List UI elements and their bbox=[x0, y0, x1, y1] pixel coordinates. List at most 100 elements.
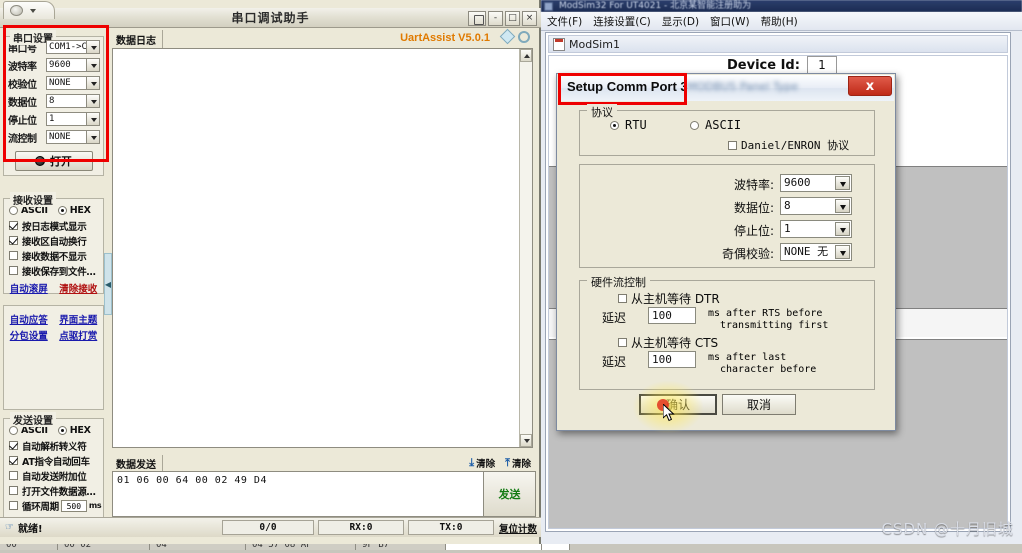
send-ascii-radio[interactable] bbox=[9, 426, 18, 435]
log-vertical-scrollbar[interactable] bbox=[519, 49, 532, 447]
baud-rate-label: 波特率 bbox=[8, 61, 37, 73]
tab-data-send[interactable]: 数据发送 bbox=[114, 455, 163, 472]
menu-file[interactable]: 文件(F) bbox=[547, 14, 582, 29]
menu-window[interactable]: 窗口(W) bbox=[710, 14, 750, 29]
protocol-rtu-option[interactable]: RTU bbox=[610, 118, 647, 132]
recv-check-savefile[interactable]: 接收保存到文件… bbox=[9, 263, 103, 278]
device-id-input[interactable]: 1 bbox=[807, 56, 837, 74]
send-button[interactable]: 发送 bbox=[483, 471, 536, 517]
receive-hex-radio[interactable] bbox=[57, 206, 67, 215]
menu-help[interactable]: 帮助(H) bbox=[761, 14, 798, 29]
diamond-icon[interactable] bbox=[499, 28, 516, 45]
clear-receive-label: 清除 bbox=[476, 459, 496, 470]
wait-dtr-option[interactable]: 从主机等待 DTR bbox=[618, 290, 720, 307]
checkbox-icon[interactable] bbox=[9, 251, 18, 260]
checkbox-icon[interactable] bbox=[9, 236, 18, 245]
cancel-button[interactable]: 取消 bbox=[722, 394, 796, 415]
checkbox-icon[interactable] bbox=[618, 338, 627, 347]
parity-row: 校验位 NONE bbox=[8, 75, 103, 91]
maximize-button[interactable]: □ bbox=[505, 10, 520, 26]
serial-params-fieldset: 波特率: 9600 数据位: 8 停止位: 1 奇偶校验: NONE 无 bbox=[579, 164, 875, 268]
checkbox-icon[interactable] bbox=[728, 140, 737, 150]
pin-icon[interactable] bbox=[468, 10, 486, 26]
auto-scroll-link[interactable]: 自动滚屏 bbox=[10, 281, 48, 295]
data-bits-select[interactable]: 8 bbox=[46, 94, 100, 108]
recv-check-log-mode[interactable]: 按日志模式显示 bbox=[9, 218, 103, 233]
stop-bits-select[interactable]: 1 bbox=[46, 112, 100, 126]
sidebar-collapse-handle[interactable]: ◀ bbox=[104, 253, 112, 315]
cts-delay-unit-line2: character before bbox=[720, 364, 817, 375]
send-check-filesource[interactable]: 打开文件数据源… bbox=[9, 483, 103, 498]
dtr-delay-input[interactable]: 100 bbox=[648, 307, 696, 324]
send-check-append[interactable]: 自动发送附加位 bbox=[9, 468, 103, 483]
ui-theme-link[interactable]: 界面主题 bbox=[59, 312, 97, 326]
rtu-label: RTU bbox=[625, 118, 647, 132]
receive-ascii-radio[interactable] bbox=[9, 206, 18, 215]
checkbox-icon[interactable] bbox=[9, 456, 18, 465]
menu-connection-settings[interactable]: 连接设置(C) bbox=[593, 14, 651, 29]
checkbox-icon[interactable] bbox=[618, 294, 627, 303]
protocol-ascii-option[interactable]: ASCII bbox=[690, 118, 741, 132]
checkbox-icon[interactable] bbox=[9, 501, 18, 510]
minimize-button[interactable]: - bbox=[488, 10, 503, 26]
ok-button[interactable]: 确认 bbox=[639, 394, 717, 415]
stop-bits-select[interactable]: 1 bbox=[780, 220, 852, 238]
baud-rate-select[interactable]: 9600 bbox=[46, 58, 100, 72]
checkbox-icon[interactable] bbox=[9, 471, 18, 480]
send-hex-label: HEX bbox=[69, 425, 91, 436]
ascii-radio[interactable] bbox=[690, 120, 699, 130]
auto-answer-link[interactable]: 自动应答 bbox=[10, 312, 48, 326]
receive-settings-group: 接收设置 ASCII HEX 按日志模式显示 接收区自动换行 接收数据不显示 接… bbox=[3, 192, 104, 295]
modsim-titlebar[interactable]: ModSim32 For UT4021 - 北京某智能注册助为 bbox=[541, 0, 1022, 12]
checkbox-icon[interactable] bbox=[9, 441, 18, 450]
wait-cts-option[interactable]: 从主机等待 CTS bbox=[618, 334, 718, 351]
send-loop-row[interactable]: 循环周期 500 ms bbox=[9, 498, 103, 513]
send-hex-radio[interactable] bbox=[57, 426, 67, 435]
parity-select[interactable]: NONE bbox=[46, 76, 100, 90]
close-button[interactable]: × bbox=[522, 10, 537, 26]
checkbox-icon[interactable] bbox=[9, 486, 18, 495]
clear-send-button[interactable]: ⤒ 清除 bbox=[505, 456, 531, 470]
checkbox-icon[interactable] bbox=[9, 266, 18, 275]
data-bits-select[interactable]: 8 bbox=[780, 197, 852, 215]
send-data-input[interactable]: 01 06 00 64 00 02 49 D4 bbox=[112, 471, 533, 517]
daniel-enron-option[interactable]: Daniel/ENRON 协议 bbox=[728, 137, 849, 153]
status-ready: ☞ 就绪! bbox=[5, 520, 43, 535]
send-check-at-cr[interactable]: AT指令自动回车 bbox=[9, 453, 103, 468]
packet-settings-link[interactable]: 分包设置 bbox=[10, 328, 48, 342]
send-check-escape-label: 自动解析转义符 bbox=[22, 441, 87, 453]
flow-control-select[interactable]: NONE bbox=[46, 130, 100, 144]
open-port-button[interactable]: 打开 bbox=[14, 151, 93, 171]
wait-cts-label: 从主机等待 CTS bbox=[631, 336, 719, 350]
app-menu-button[interactable] bbox=[3, 1, 55, 19]
recv-check-hide-label: 接收数据不显示 bbox=[22, 251, 87, 263]
port-number-select[interactable]: COM1->CO bbox=[46, 40, 100, 54]
data-log-output[interactable] bbox=[112, 48, 533, 448]
uart-window-title: 串口调试助手 bbox=[231, 11, 310, 25]
send-settings-legend: 发送设置 bbox=[10, 412, 56, 427]
reset-counter-button[interactable]: 复位计数 bbox=[499, 521, 537, 535]
protocol-fieldset: 协议 RTU ASCII Daniel/ENRON 协议 bbox=[579, 104, 875, 156]
gear-icon[interactable] bbox=[518, 31, 530, 43]
clear-receive-link[interactable]: 清除接收 bbox=[59, 281, 97, 295]
hardware-flow-control-fieldset: 硬件流控制 从主机等待 DTR 延迟 100 ms after RTS befo… bbox=[579, 274, 875, 390]
modsim1-mdi-titlebar[interactable]: ModSim1 bbox=[548, 35, 1008, 53]
donate-link[interactable]: 点驱打赏 bbox=[59, 328, 97, 342]
baud-rate-select[interactable]: 9600 bbox=[780, 174, 852, 192]
menu-display[interactable]: 显示(D) bbox=[662, 14, 699, 29]
recv-check-hide[interactable]: 接收数据不显示 bbox=[9, 248, 103, 263]
chevron-down-icon bbox=[86, 113, 99, 125]
cts-delay-input[interactable]: 100 bbox=[648, 351, 696, 368]
scroll-down-arrow-icon[interactable] bbox=[520, 434, 532, 447]
dialog-close-button[interactable]: x bbox=[848, 76, 892, 96]
rtu-radio[interactable] bbox=[610, 120, 619, 130]
parity-select[interactable]: NONE 无 bbox=[780, 243, 852, 261]
recv-check-autowrap[interactable]: 接收区自动换行 bbox=[9, 233, 103, 248]
send-loop-interval-input[interactable]: 500 bbox=[60, 499, 87, 512]
send-check-escape[interactable]: 自动解析转义符 bbox=[9, 438, 103, 453]
clear-receive-button[interactable]: ⤓ 清除 bbox=[469, 456, 495, 470]
tab-data-log[interactable]: 数据日志 bbox=[114, 30, 163, 49]
scroll-up-arrow-icon[interactable] bbox=[520, 49, 532, 62]
checkbox-icon[interactable] bbox=[9, 221, 18, 230]
send-check-append-label: 自动发送附加位 bbox=[22, 471, 87, 483]
